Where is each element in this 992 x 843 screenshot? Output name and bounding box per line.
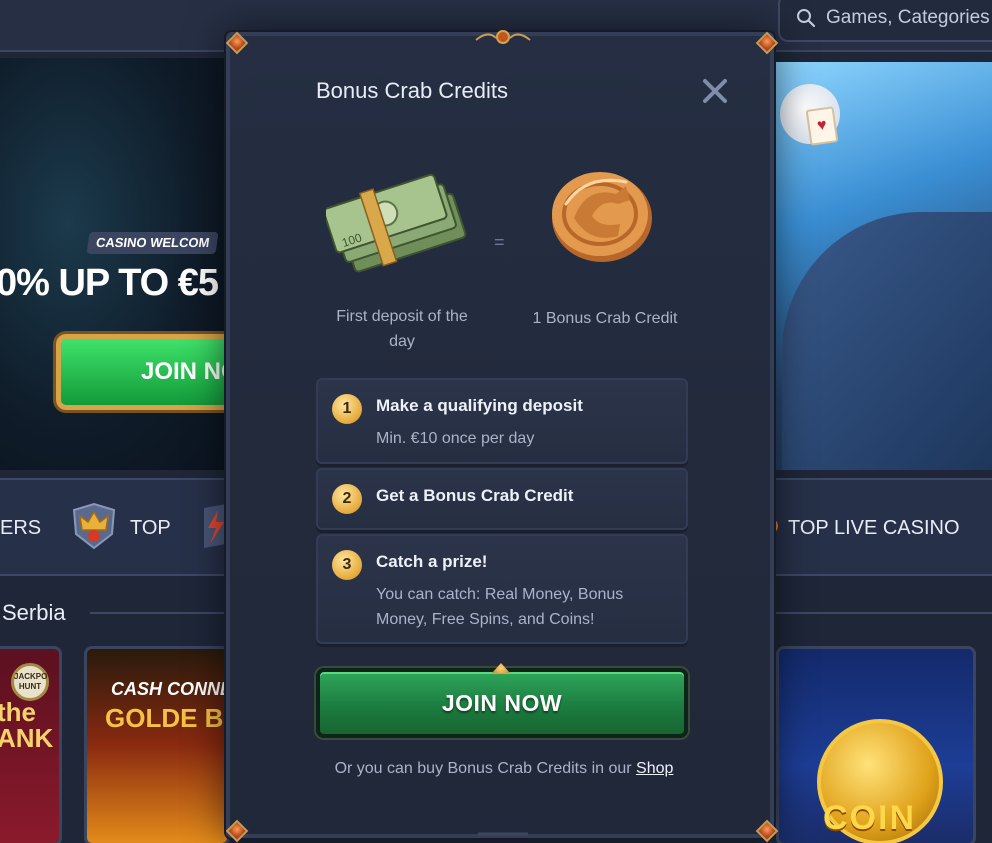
game-title: the ANK (0, 697, 54, 753)
bonus-crab-credits-modal: Bonus Crab Credits 100 = First deposit o… (224, 30, 776, 840)
heart-card-icon: ♥ (805, 106, 839, 146)
game-title: COIN (823, 799, 916, 837)
hero-art: ♥ (772, 62, 992, 470)
crab-coin-icon (552, 172, 652, 262)
game-title: GOLDE BOOK OF (105, 703, 227, 733)
step-description: You can catch: Real Money, Bonus Money, … (376, 586, 624, 628)
step-title: Get a Bonus Crab Credit (376, 486, 574, 505)
footer-text: Or you can buy Bonus Crab Credits in our (334, 760, 637, 777)
step-card: 3 Catch a prize! You can catch: Real Mon… (316, 534, 688, 644)
close-icon (703, 79, 727, 103)
search-placeholder: Games, Categories (826, 7, 990, 28)
ornament-icon (478, 832, 528, 836)
credit-caption: 1 Bonus Crab Credit (532, 310, 678, 327)
corner-ornament (754, 818, 776, 840)
step-description: Min. €10 once per day (376, 430, 535, 447)
hero-pill: CASINO WELCOM (86, 232, 219, 254)
game-brand: CASH CONNEC (111, 679, 227, 699)
section-divider (90, 612, 230, 614)
step-number: 2 (332, 484, 362, 514)
crown-icon (72, 502, 116, 550)
hero-join-button[interactable]: JOIN NO (56, 334, 228, 410)
category-top-live[interactable]: TOP LIVE CASINO (788, 517, 960, 540)
corner-ornament (224, 818, 246, 840)
step-card: 1 Make a qualifying deposit Min. €10 onc… (316, 378, 688, 464)
modal-title: Bonus Crab Credits (316, 78, 508, 103)
step-title: Catch a prize! (376, 552, 488, 571)
shop-link[interactable]: Shop (636, 760, 673, 777)
lightning-icon (204, 504, 226, 548)
cash-stack-icon: 100 (326, 173, 467, 273)
footer-note: Or you can buy Bonus Crab Credits in our… (290, 760, 718, 778)
category-top[interactable]: TOP (130, 517, 171, 540)
game-tile[interactable]: COIN (776, 646, 976, 843)
corner-ornament (224, 30, 246, 52)
section-divider (776, 612, 992, 614)
join-now-button[interactable]: JOIN NOW (316, 668, 688, 738)
hero-banner[interactable]: CASINO WELCOM 0% UP TO €5 JOIN NO (0, 58, 228, 470)
step-number: 3 (332, 550, 362, 580)
game-tile[interactable]: JACKPOT HUNT the ANK (0, 646, 62, 843)
game-tile[interactable]: CASH CONNEC GOLDE BOOK OF (84, 646, 230, 843)
ornament-icon (475, 30, 531, 44)
jackpot-badge: JACKPOT HUNT (11, 663, 52, 701)
equals-sign: = (494, 232, 505, 252)
search-input[interactable]: Games, Categories (778, 0, 992, 42)
wizard-figure (782, 212, 992, 470)
step-card: 2 Get a Bonus Crab Credit (316, 468, 688, 530)
deposit-caption: First deposit of the day (336, 308, 468, 350)
section-title: Serbia (2, 600, 66, 625)
corner-ornament (754, 30, 776, 52)
hero-headline: 0% UP TO €5 (0, 262, 219, 304)
close-button[interactable] (700, 76, 730, 106)
category-partial[interactable]: ERS (0, 517, 41, 540)
step-number: 1 (332, 394, 362, 424)
search-icon (797, 9, 816, 28)
step-title: Make a qualifying deposit (376, 396, 583, 415)
